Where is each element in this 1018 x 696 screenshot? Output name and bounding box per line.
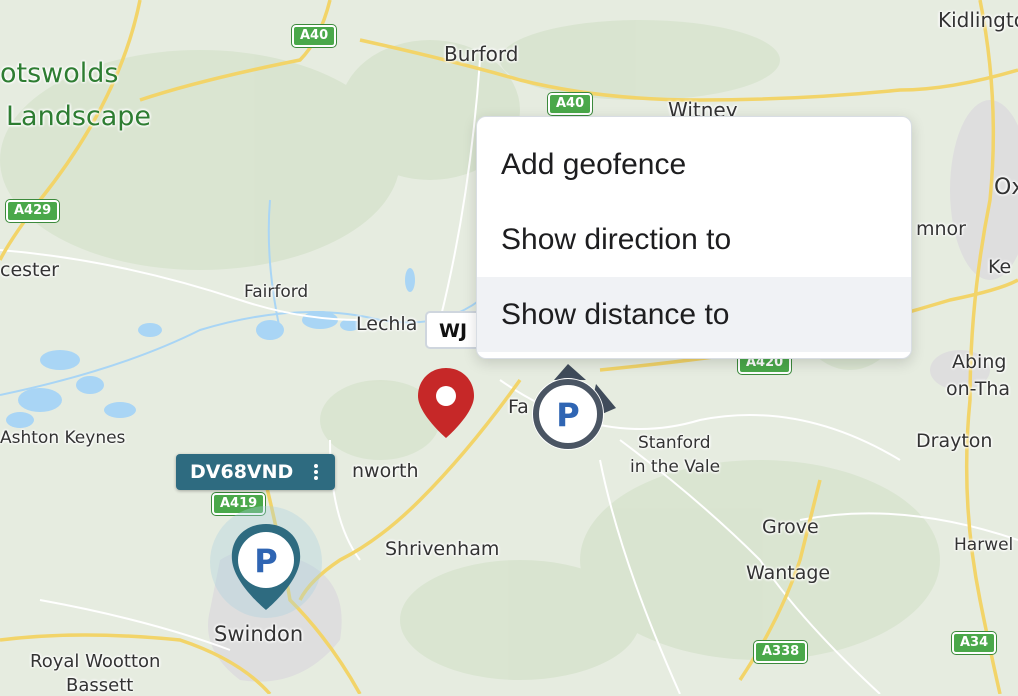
place-label-stanford: Stanford [638,433,711,453]
place-label-ashton-keynes: Ashton Keynes [0,428,126,448]
vehicle-marker-primary[interactable]: P [206,506,326,626]
place-label-royal-wootton-bassett: Royal Wootton [30,651,161,672]
road-shield-a40: A40 [292,25,337,47]
kebab-menu-icon[interactable] [307,460,325,484]
svg-text:P: P [254,542,277,580]
place-label-highworth: nworth [352,460,419,482]
menu-item-show-distance[interactable]: Show distance to [477,277,911,352]
place-label-fairford: Fairford [244,282,309,302]
place-label-kennington: Ke [988,256,1012,278]
place-label-wantage: Wantage [746,562,831,584]
place-label-royal-wootton-bassett-2: Bassett [66,675,134,696]
place-label-drayton: Drayton [916,430,993,452]
place-label-abingdon: Abing [952,351,1007,373]
vehicle-label-primary[interactable]: DV68VND [176,454,336,490]
vehicle-marker-secondary[interactable]: P [526,362,620,458]
place-label-grove: Grove [762,516,819,538]
location-pin-icon[interactable] [414,366,478,442]
place-label-lechlade: Lechla [356,313,418,335]
vehicle-registration: DV68VND [190,461,294,483]
marker-letter: P [556,396,579,434]
place-label-kidlington: Kidlingto [938,8,1018,32]
place-label-harwell: Harwel [954,535,1014,555]
road-shield-a338: A338 [754,641,808,663]
road-shield-a429: A429 [6,200,60,222]
place-label-landscape: Landscape [6,101,152,132]
place-label-burford: Burford [444,42,519,66]
place-label-abingdon-2: on-Tha [946,378,1011,400]
road-shield-a34: A34 [952,632,997,654]
place-label-cotswolds: otswolds [0,58,119,89]
place-label-shrivenham: Shrivenham [385,538,500,560]
map-context-menu: Add geofence Show direction to Show dist… [476,116,912,359]
menu-item-add-geofence[interactable]: Add geofence [477,127,911,202]
menu-item-show-direction[interactable]: Show direction to [477,202,911,277]
road-shield-a40-east: A40 [548,93,593,115]
place-label-cirencester: cester [0,259,59,281]
place-label-cumnor: mnor [916,218,966,240]
place-label-stanford-2: in the Vale [630,457,721,477]
place-label-oxford: Ox [994,175,1018,200]
